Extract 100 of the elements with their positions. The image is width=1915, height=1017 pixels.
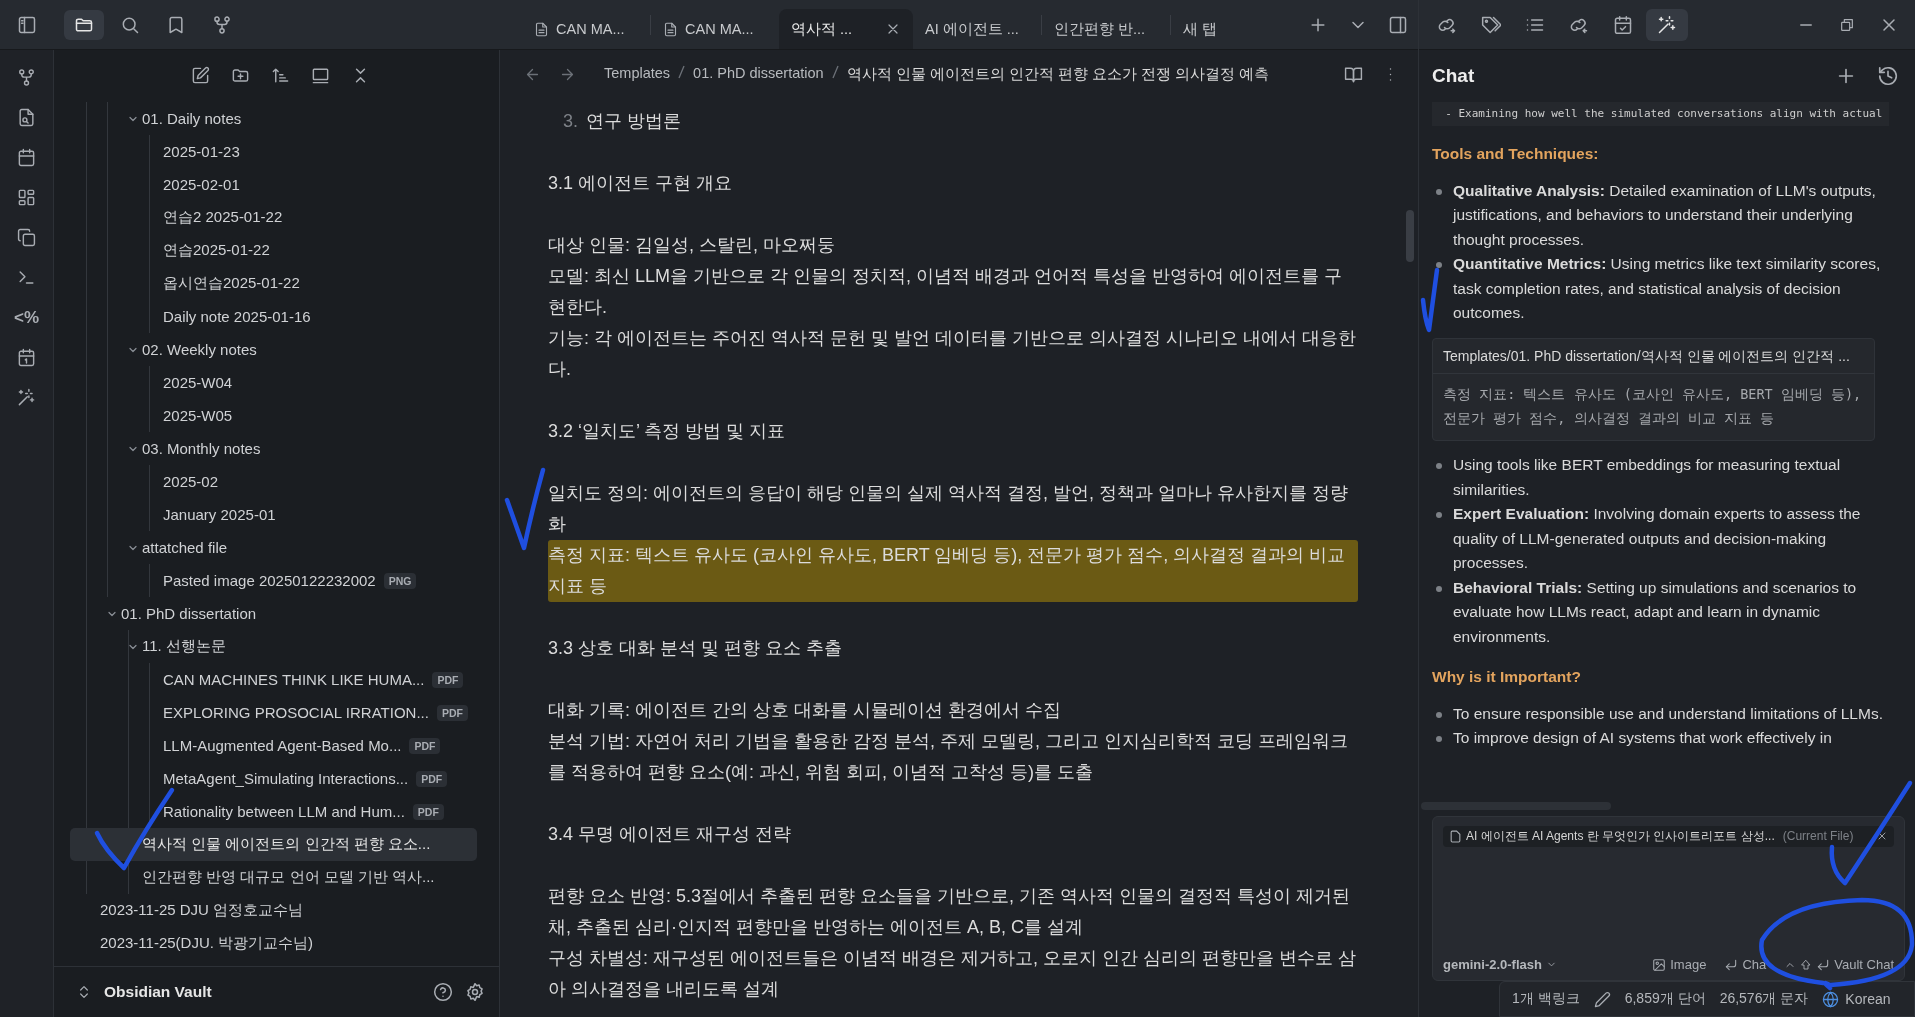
folder-item[interactable]: 02. Weekly notes bbox=[70, 333, 477, 366]
composer-action[interactable]: Cha bbox=[1724, 957, 1767, 973]
language-label[interactable]: Korean bbox=[1845, 991, 1891, 1008]
file-item[interactable]: 인간편향 반영 대규모 언어 모델 기반 역사... bbox=[70, 861, 477, 894]
file-item[interactable]: 옵시연습2025-01-22 bbox=[70, 267, 477, 300]
restore-icon[interactable] bbox=[1839, 16, 1855, 33]
editor-tab[interactable]: CAN MA... bbox=[522, 9, 650, 49]
folder-item[interactable]: attatched file bbox=[70, 531, 477, 564]
bullet-text: Qualitative Analysis: Detailed examination of LLM's outputs, justifications, and behaviors to understand their underlying thought processes. bbox=[1453, 180, 1877, 250]
calendar-check-icon[interactable] bbox=[1613, 14, 1633, 35]
file-item[interactable]: Daily note 2025-01-16 bbox=[70, 300, 477, 333]
tags-icon[interactable] bbox=[1481, 14, 1501, 35]
calendar-day-icon[interactable] bbox=[17, 348, 36, 367]
breadcrumb-item[interactable]: 01. PhD dissertation bbox=[693, 64, 824, 84]
template-glyph[interactable]: <% bbox=[13, 308, 39, 327]
word-count: 6,859개 단어 bbox=[1624, 990, 1706, 1009]
sort-icon[interactable] bbox=[271, 65, 290, 85]
editor-tab[interactable]: CAN MA... bbox=[651, 9, 779, 49]
file-item[interactable]: LLM-Augmented Agent-Based Mo... PDF bbox=[70, 729, 477, 762]
globe-icon[interactable] bbox=[1822, 990, 1840, 1008]
file-item[interactable]: 2023-11-25(DJU. 박광기교수님) bbox=[70, 927, 477, 960]
breadcrumb-separator-icon bbox=[831, 64, 839, 79]
terminal-icon[interactable] bbox=[17, 268, 36, 287]
model-selector[interactable]: gemini-2.0-flash bbox=[1443, 957, 1542, 973]
copy-icon[interactable] bbox=[17, 228, 36, 247]
file-item[interactable]: January 2025-01 bbox=[70, 498, 477, 531]
file-item[interactable]: 역사적 인물 에이전트의 인간적 편향 요소... bbox=[70, 828, 477, 861]
file-type-badge: PDF bbox=[416, 770, 448, 787]
sidebar-toggle-icon[interactable] bbox=[17, 14, 37, 35]
bullet-text: Quantitative Metrics: Using metrics like text similarity scores, task completion rates, and statistical analysis of decision outcomes. bbox=[1453, 254, 1882, 323]
file-icon bbox=[663, 21, 678, 37]
help-icon[interactable] bbox=[433, 982, 453, 1002]
paragraph-line: 대화 기록: 에이전트 간의 상호 대화를 시뮬레이션 환경에서 수집 bbox=[548, 700, 1061, 720]
pen-check-mark bbox=[1420, 267, 1440, 333]
right-sidebar-toggle-icon[interactable] bbox=[1388, 14, 1408, 35]
calendar-icon[interactable] bbox=[17, 148, 36, 167]
file-item[interactable]: 2025-02 bbox=[70, 465, 477, 498]
file-type-badge: PDF bbox=[432, 671, 464, 688]
reading-view-icon[interactable] bbox=[1344, 64, 1363, 84]
file-item[interactable]: Rationality between LLM and Hum... PDF bbox=[70, 795, 477, 828]
graph-icon[interactable] bbox=[17, 68, 36, 87]
file-item[interactable]: 2023-11-25 DJU 엄정호교수님 bbox=[70, 894, 477, 927]
context-chip[interactable]: AI 에이전트 AI Agents 란 무엇인가 인사이트리포트 삼성... (Current File) bbox=[1443, 825, 1894, 847]
bookmark-icon[interactable] bbox=[166, 14, 186, 35]
composer-action[interactable]: Image bbox=[1652, 957, 1707, 973]
file-item[interactable]: MetaAgent_Simulating Interactions... PDF bbox=[70, 762, 477, 795]
list-item-text: 연구 방법론 bbox=[586, 110, 682, 133]
file-item[interactable]: 2025-W04 bbox=[70, 366, 477, 399]
folder-item[interactable]: 11. 선행논문 bbox=[70, 630, 477, 663]
file-item[interactable]: CAN MACHINES THINK LIKE HUMA... PDF bbox=[70, 663, 477, 696]
folder-item[interactable]: 03. Monthly notes bbox=[70, 432, 477, 465]
file-type-badge: PDF bbox=[436, 704, 468, 721]
breadcrumb-separator-icon bbox=[678, 64, 686, 79]
magic-wand-icon[interactable] bbox=[17, 388, 36, 407]
breadcrumb-item[interactable]: Templates bbox=[604, 64, 671, 84]
bullet-text: Using tools like BERT embeddings for measuring textual similarities. bbox=[1453, 455, 1842, 500]
highlighted-text: 측정 지표: 텍스트 유사도 (코사인 유사도, BERT 임베딩 등), 전문가 평가 점수, 의사결정 결과의 비교 지표 등 bbox=[548, 540, 1358, 602]
new-note-icon[interactable] bbox=[191, 65, 210, 85]
paragraph-line: 분석 기법: 자연어 처리 기법을 활용한 감정 분석, 주제 모델링, 그리고 인지심리학적 코딩 프레임워크를 적용하여 편향 요소(예: 과신, 위험 회피, 이념적 고착성 등)를 도출 bbox=[548, 731, 1348, 782]
chat-composer[interactable]: AI 에이전트 AI Agents 란 무엇인가 인사이트리포트 삼성... (Current File) gemini-2.0-flash Image Cha Vault Chat bbox=[1432, 815, 1905, 982]
file-item[interactable]: 연습2025-01-22 bbox=[70, 234, 477, 267]
magic-wand-icon[interactable] bbox=[1657, 14, 1677, 35]
history-icon[interactable] bbox=[1877, 65, 1899, 87]
file-search-icon[interactable] bbox=[17, 108, 36, 127]
folder-item[interactable]: 01. Daily notes bbox=[70, 102, 477, 135]
window-icon[interactable] bbox=[311, 65, 330, 85]
settings-icon[interactable] bbox=[465, 982, 485, 1002]
editor-tab[interactable]: AI 에이전트 ... bbox=[913, 9, 1041, 49]
paragraph-line: 모델: 최신 LLM을 기반으로 각 인물의 정치적, 이념적 배경과 언어적 특성을 반영하여 에이전트를 구현한다. bbox=[548, 266, 1343, 317]
graph-icon[interactable] bbox=[212, 14, 232, 35]
file-type-badge: PDF bbox=[409, 737, 441, 754]
editor-tab[interactable]: 역사적 ... bbox=[779, 9, 913, 49]
scrollbar-thumb[interactable] bbox=[1406, 210, 1414, 262]
file-item[interactable]: 2025-02-01 bbox=[70, 168, 477, 201]
list-number: 3. bbox=[563, 110, 578, 133]
file-item[interactable]: Pasted image 20250122232002 PNG bbox=[70, 564, 477, 597]
paragraph-line: 편향 요소 반영: 5.3절에서 추출된 편향 요소들을 기반으로, 기존 역사적 인물의 결정적 특성이 제거된 채, 추출된 심리·인지적 편향만을 반영하는 에이전트 A, B, C를 설계 bbox=[548, 886, 1351, 937]
context-note: (Current File) bbox=[1782, 829, 1855, 844]
file-item[interactable]: 연습2 2025-01-22 bbox=[70, 201, 477, 234]
quote-source[interactable]: Templates/01. PhD dissertation/역사적 인물 에이전트의 인간적 ... bbox=[1433, 338, 1874, 374]
bullet-text: Expert Evaluation: Involving domain experts to assess the quality of LLM-generated outputs and decision-making processes. bbox=[1453, 504, 1862, 573]
vault-name[interactable]: Obsidian Vault bbox=[104, 983, 212, 1001]
folder-item[interactable]: 01. PhD dissertation bbox=[70, 597, 477, 630]
file-type-badge: PNG bbox=[383, 572, 417, 589]
edit-mode-icon[interactable] bbox=[1593, 990, 1611, 1008]
backlink-count[interactable]: 1개 백링크 bbox=[1512, 990, 1580, 1009]
paragraph-line: 기능: 각 에이전트는 주어진 역사적 문헌 및 발언 데이터를 기반으로 의사결정 시나리오 내에서 대응한다. bbox=[548, 328, 1356, 379]
editor-tab[interactable]: 인간편향 반... bbox=[1042, 9, 1170, 49]
enter-key-icon bbox=[1816, 957, 1831, 972]
grid-icon[interactable] bbox=[17, 188, 36, 207]
file-item[interactable]: 2025-W05 bbox=[70, 399, 477, 432]
character-count: 26,576개 문자 bbox=[1719, 990, 1809, 1009]
file-item[interactable]: 2025-01-23 bbox=[70, 135, 477, 168]
enter-key-icon bbox=[1724, 957, 1739, 972]
file-item[interactable]: EXPLORING PROSOCIAL IRRATION... PDF bbox=[70, 696, 477, 729]
composer-action[interactable]: Vault Chat bbox=[1784, 957, 1894, 973]
paragraph-line: 일치도 정의: 에이전트의 응답이 해당 인물의 실제 역사적 결정, 발언, 정책과 얼마나 유사한지를 정량화 bbox=[548, 483, 1348, 534]
sidebar-tab[interactable] bbox=[64, 9, 104, 40]
editor-tab[interactable]: 새 탭 bbox=[1171, 9, 1230, 49]
breadcrumb-item[interactable]: 역사적 인물 에이전트의 인간적 편향 요소가 전쟁 의사결정 예측 bbox=[846, 64, 1269, 84]
